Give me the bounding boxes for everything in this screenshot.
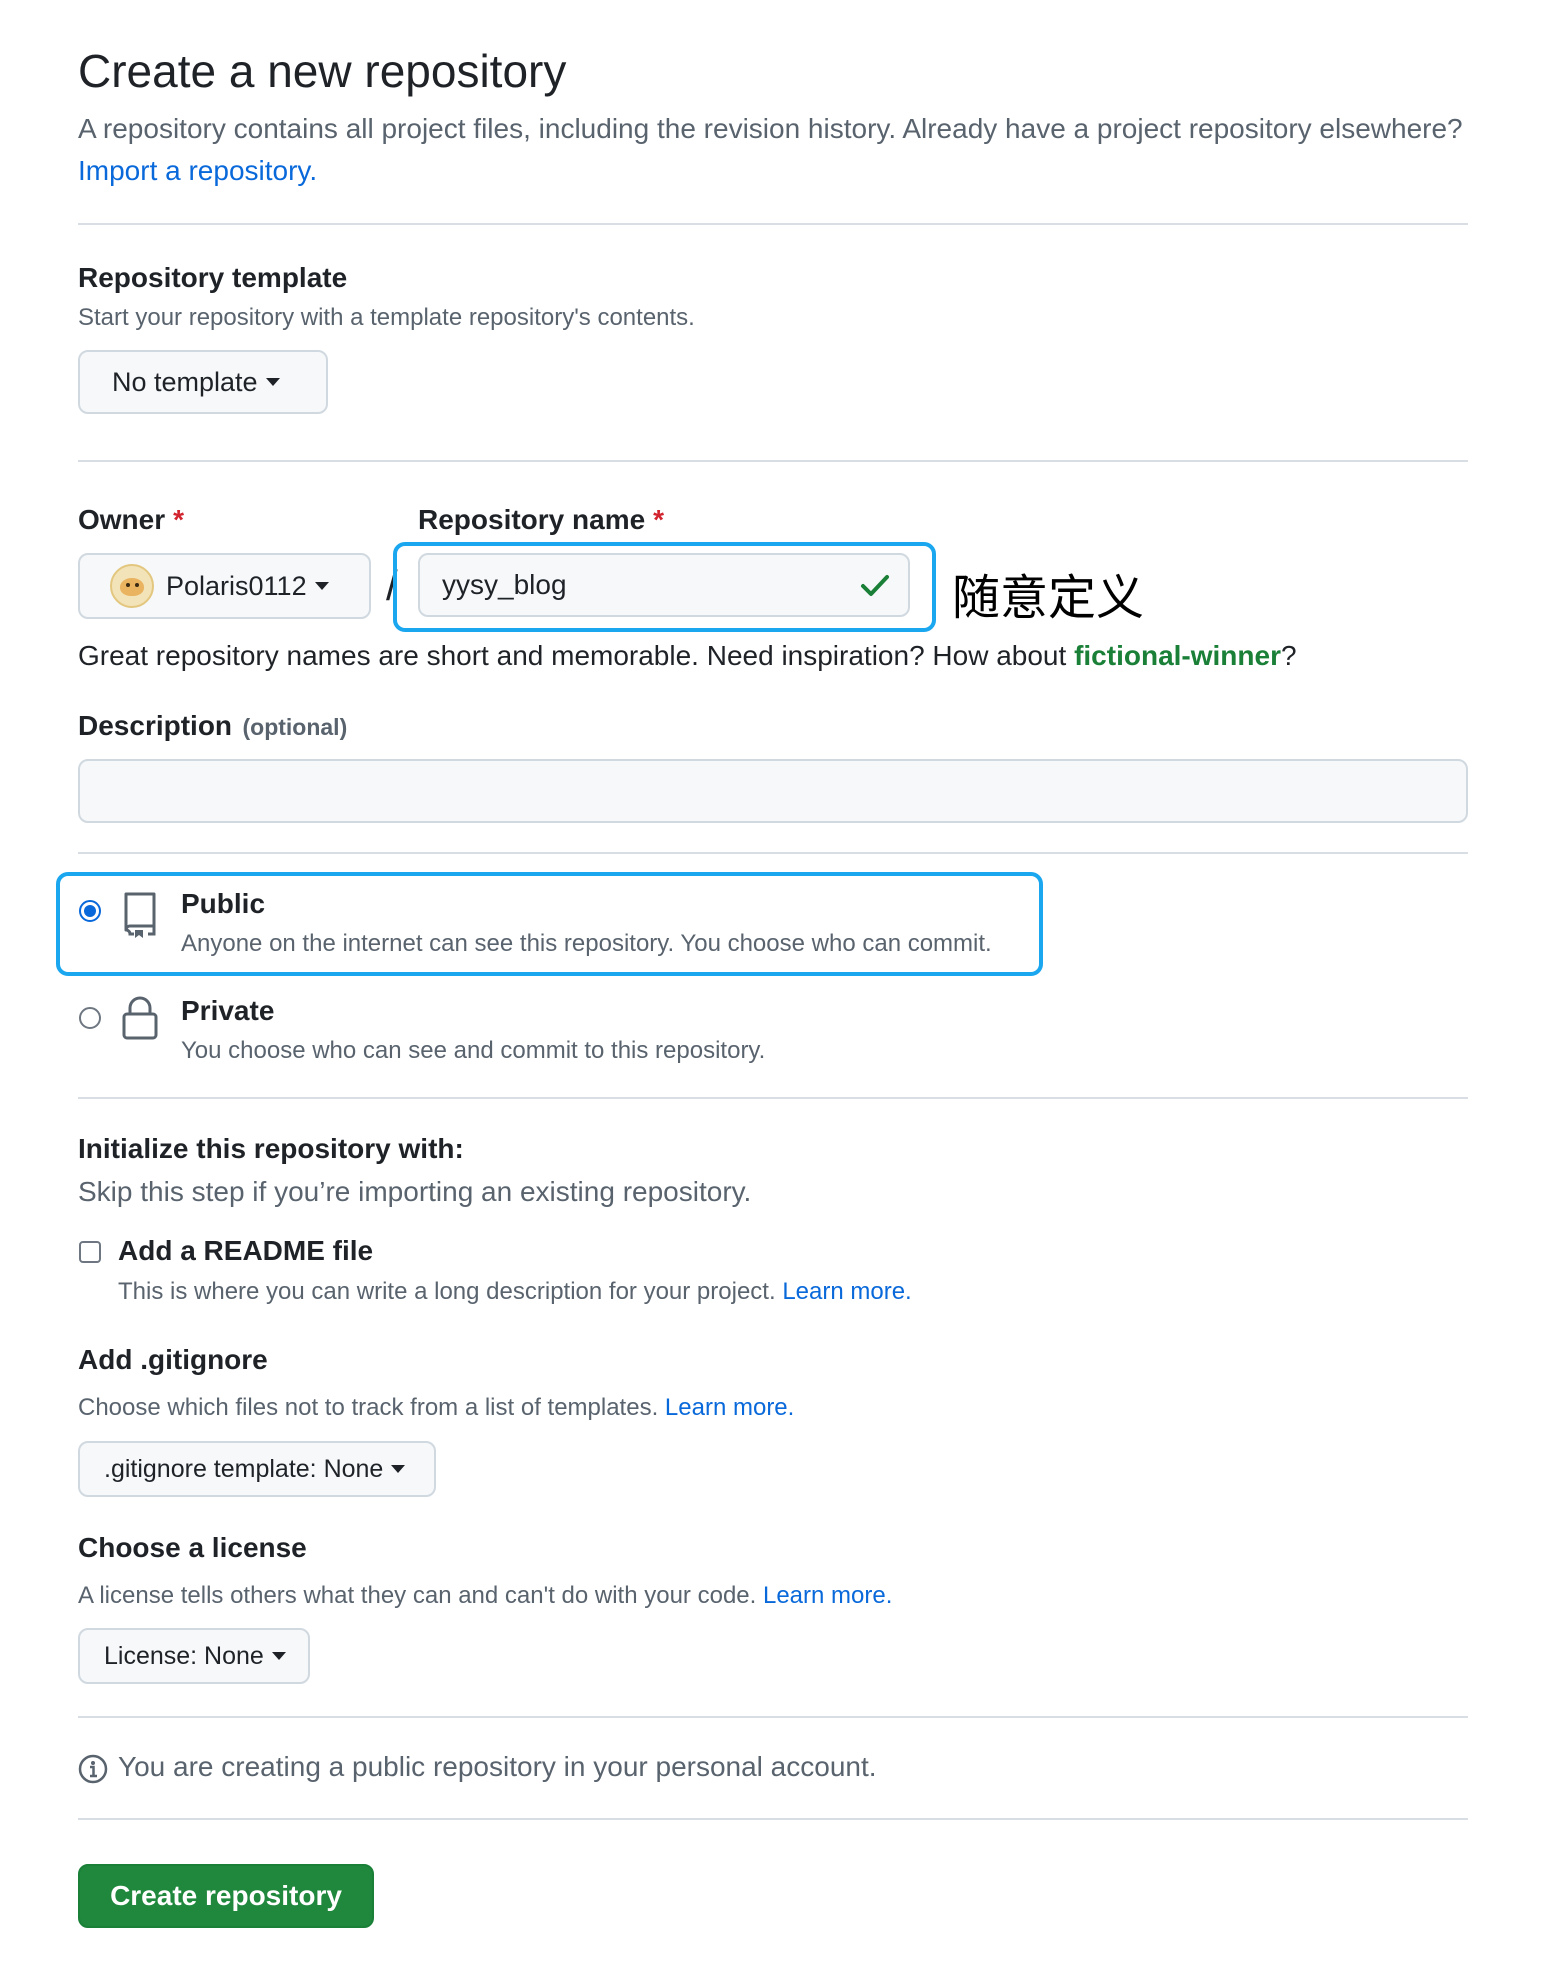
license-title: Choose a license — [78, 1532, 307, 1563]
license-select-button[interactable]: License: None — [78, 1628, 310, 1684]
description-label-text: Description — [78, 710, 233, 741]
divider — [78, 460, 1468, 462]
readme-description: This is where you can write a long descr… — [118, 1278, 912, 1306]
public-radio[interactable] — [79, 900, 101, 922]
annotation-label: 随意定义 — [952, 570, 1145, 626]
intro-text: A repository contains all project files,… — [78, 113, 1463, 144]
info-icon — [78, 1754, 108, 1784]
public-label: Public — [181, 888, 266, 919]
private-label: Private — [181, 995, 275, 1026]
public-description: Anyone on the internet can see this repo… — [181, 930, 992, 957]
avatar — [110, 564, 154, 608]
template-select-button[interactable]: No template — [78, 350, 328, 414]
repo-name-hint-suffix: ? — [1280, 640, 1297, 671]
readme-label[interactable]: Add a README file — [118, 1235, 373, 1267]
required-mark: * — [173, 504, 185, 535]
readme-learn-more-link[interactable]: Learn more. — [782, 1278, 911, 1305]
repo-name-hint-text: Great repository names are short and mem… — [78, 640, 1067, 671]
readme-description-text: This is where you can write a long descr… — [118, 1278, 776, 1305]
divider — [78, 1097, 1468, 1099]
caret-down-icon — [314, 582, 329, 590]
gitignore-select-button[interactable]: .gitignore template: None — [78, 1441, 436, 1497]
private-radio[interactable] — [79, 1007, 101, 1029]
owner-select-button[interactable]: Polaris0112 — [78, 553, 371, 619]
page-intro: A repository contains all project files,… — [78, 108, 1478, 192]
gitignore-select-label: .gitignore template: None — [104, 1454, 384, 1483]
readme-checkbox[interactable] — [79, 1241, 101, 1263]
repo-name-label: Repository name * — [418, 504, 664, 536]
caret-down-icon — [265, 378, 280, 386]
repo-name-label-text: Repository name — [418, 504, 646, 535]
owner-label: Owner * — [78, 504, 184, 536]
gitignore-title: Add .gitignore — [78, 1344, 268, 1375]
private-description: You choose who can see and commit to thi… — [181, 1037, 766, 1064]
owner-value: Polaris0112 — [166, 570, 307, 601]
visibility-notice: You are creating a public repository in … — [118, 1751, 877, 1782]
license-learn-more-link[interactable]: Learn more. — [763, 1582, 892, 1609]
initialize-subtitle: Skip this step if you’re importing an ex… — [78, 1176, 752, 1207]
divider — [78, 1818, 1468, 1820]
template-section-title: Repository template — [78, 262, 348, 293]
divider — [78, 1716, 1468, 1718]
template-description: Start your repository with a template re… — [78, 304, 695, 331]
caret-down-icon — [271, 1652, 286, 1660]
initialize-title: Initialize this repository with: — [78, 1133, 464, 1164]
create-repository-button[interactable]: Create repository — [78, 1864, 374, 1928]
suggested-name-link[interactable]: fictional-winner — [1074, 640, 1281, 671]
import-repository-link[interactable]: Import a repository. — [78, 155, 317, 186]
license-select-label: License: None — [104, 1641, 264, 1670]
license-description-text: A license tells others what they can and… — [78, 1582, 757, 1609]
repo-name-input[interactable]: yysy_blog — [418, 553, 910, 617]
owner-label-text: Owner — [78, 504, 166, 535]
check-icon — [861, 575, 889, 596]
gitignore-description-text: Choose which files not to track from a l… — [78, 1394, 659, 1421]
lock-icon — [122, 996, 158, 1040]
optional-tag: (optional) — [242, 714, 348, 740]
description-label: Description (optional) — [78, 710, 347, 742]
divider — [78, 852, 1468, 854]
gitignore-learn-more-link[interactable]: Learn more. — [665, 1394, 794, 1421]
description-input[interactable] — [78, 759, 1468, 823]
license-description: A license tells others what they can and… — [78, 1582, 892, 1610]
page-title: Create a new repository — [78, 45, 567, 97]
repo-name-value: yysy_blog — [442, 569, 567, 600]
divider — [78, 223, 1468, 225]
gitignore-description: Choose which files not to track from a l… — [78, 1394, 794, 1422]
repo-icon — [124, 892, 156, 938]
repo-name-hint: Great repository names are short and mem… — [78, 640, 1297, 672]
required-mark: * — [653, 504, 665, 535]
caret-down-icon — [391, 1465, 406, 1473]
template-select-label: No template — [112, 366, 258, 397]
